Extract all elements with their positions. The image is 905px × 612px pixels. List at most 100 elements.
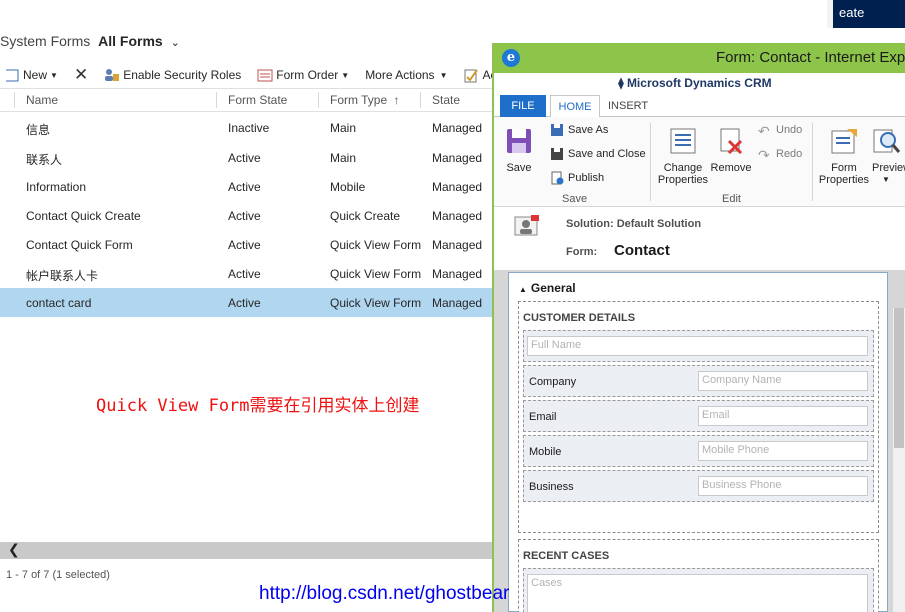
change-properties-button[interactable]: Change Properties [654, 127, 712, 186]
contact-entity-icon [514, 215, 539, 236]
field-company[interactable]: Company Company Name [523, 365, 874, 397]
field-full-name[interactable]: Full Name [523, 330, 874, 362]
form-properties-label-1: Form [831, 162, 857, 174]
remove-button[interactable]: Remove [710, 127, 752, 174]
cell-state: Managed [432, 296, 483, 310]
tab-general-header[interactable]: ▲ General [519, 281, 576, 295]
form-properties-button[interactable]: Form Properties [816, 127, 872, 186]
company-name-input[interactable]: Company Name [698, 371, 868, 391]
cell-name[interactable]: Contact Quick Create [26, 209, 141, 223]
form-editor-window: e Form: Contact - Internet Explo ⧫ Micros… [492, 43, 905, 612]
cell-name[interactable]: Information [26, 180, 86, 194]
cell-state: Managed [432, 180, 483, 194]
field-label: Email [529, 411, 557, 423]
solution-label: Solution: Default Solution [566, 218, 702, 230]
field-cases-subgrid[interactable]: Cases [523, 568, 874, 612]
full-name-input[interactable]: Full Name [527, 336, 868, 356]
table-row[interactable]: Information Active Mobile Managed [0, 172, 500, 201]
form-label: Form: [566, 246, 598, 258]
tab-general-label: General [530, 281, 576, 295]
scrollbar-thumb[interactable] [894, 308, 904, 448]
redo-icon: ↷ [758, 147, 770, 163]
form-name: Contact [614, 242, 670, 259]
new-button[interactable]: New ▼ [0, 65, 64, 85]
preview-button[interactable]: Preview ▼ [872, 127, 905, 186]
section-customer-details[interactable]: CUSTOMER DETAILS Full Name Company Compa… [518, 301, 879, 533]
save-disk-icon [507, 129, 531, 153]
cell-name[interactable]: 联系人 [26, 151, 62, 168]
cell-state: Managed [432, 121, 483, 135]
undo-label: Undo [776, 124, 803, 136]
change-properties-label-2: Properties [657, 174, 709, 186]
cell-name[interactable]: Contact Quick Form [26, 238, 133, 252]
delete-button[interactable]: ✕ [68, 65, 94, 85]
cell-name[interactable]: 信息 [26, 121, 50, 138]
undo-button[interactable]: ↶ Undo [758, 123, 803, 139]
remove-icon [720, 128, 743, 155]
cell-name[interactable]: 帐户联系人卡 [26, 267, 98, 284]
cases-subgrid[interactable]: Cases [527, 574, 868, 612]
tab-insert[interactable]: INSERT [608, 95, 648, 117]
publish-label: Publish [568, 172, 605, 184]
cell-form-state: Active [228, 209, 261, 223]
scroll-left-icon[interactable]: ❮ [8, 541, 20, 558]
top-right-button-fragment[interactable]: eate [827, 0, 905, 28]
internet-explorer-icon: e [502, 49, 520, 67]
save-button[interactable]: Save [502, 127, 536, 174]
business-phone-input[interactable]: Business Phone [698, 476, 868, 496]
column-header-form-type[interactable]: Form Type ↑ [330, 93, 399, 107]
more-actions-button[interactable]: More Actions ▼ [359, 65, 453, 85]
field-label: Business [529, 481, 574, 493]
table-row[interactable]: Contact Quick Form Active Quick View For… [0, 230, 500, 259]
security-roles-icon [105, 69, 120, 81]
table-row-selected[interactable]: contact card Active Quick View Form Mana… [0, 288, 500, 317]
chevron-down-icon[interactable]: ⌄ [171, 37, 180, 49]
tab-general[interactable]: ▲ General CUSTOMER DETAILS Full Name Comp… [508, 272, 888, 612]
red-annotation-text: Quick View Form需要在引用实体上创建 [96, 396, 420, 416]
form-properties-label-2: Properties [818, 174, 870, 186]
column-header-name[interactable]: Name [26, 93, 58, 107]
field-mobile[interactable]: Mobile Mobile Phone [523, 435, 874, 467]
mobile-phone-input[interactable]: Mobile Phone [698, 441, 868, 461]
form-order-button[interactable]: Form Order ▼ [251, 65, 355, 85]
publish-button[interactable]: Publish [550, 171, 604, 185]
change-properties-label-1: Change [663, 162, 703, 174]
view-name[interactable]: All Forms [98, 33, 163, 49]
table-row[interactable]: 帐户联系人卡 Active Quick View Form Managed [0, 259, 500, 288]
redo-button[interactable]: ↷ Redo [758, 147, 802, 163]
horizontal-scrollbar[interactable]: ❮ [0, 541, 500, 559]
dynamics-logo-icon: ⧫ [618, 76, 624, 90]
sort-ascending-icon: ↑ [393, 93, 400, 107]
collapse-triangle-icon[interactable]: ▲ [519, 285, 527, 294]
field-business[interactable]: Business Business Phone [523, 470, 874, 502]
save-as-button[interactable]: Save As [550, 123, 608, 137]
field-email[interactable]: Email Email [523, 400, 874, 432]
section-title: RECENT CASES [523, 550, 610, 562]
cell-state: Managed [432, 267, 483, 281]
section-recent-cases[interactable]: RECENT CASES Cases [518, 539, 879, 612]
ribbon-group-edit: Edit [722, 193, 741, 205]
vertical-scrollbar[interactable] [893, 308, 905, 612]
tab-home[interactable]: HOME [550, 95, 600, 118]
table-row[interactable]: Contact Quick Create Active Quick Create… [0, 201, 500, 230]
column-header-state[interactable]: State [432, 93, 460, 107]
ribbon-home: Save Save As Save and Close Publish Save… [494, 117, 905, 207]
cell-form-state: Active [228, 238, 261, 252]
cell-form-type: Quick View Form [330, 267, 422, 281]
view-selector[interactable]: System Forms All Forms ⌄ [0, 33, 180, 49]
form-order-label: Form Order [276, 68, 339, 82]
enable-security-roles-button[interactable]: Enable Security Roles [98, 65, 247, 85]
column-header-form-state[interactable]: Form State [228, 93, 287, 107]
save-as-label: Save As [568, 124, 609, 136]
change-properties-icon [670, 128, 696, 154]
cell-state: Managed [432, 151, 483, 165]
save-and-close-button[interactable]: Save and Close [550, 147, 646, 161]
email-input[interactable]: Email [698, 406, 868, 426]
cell-name[interactable]: contact card [26, 296, 91, 310]
cell-form-state: Active [228, 267, 261, 281]
tab-file[interactable]: FILE [500, 95, 546, 117]
ie-title-bar[interactable]: e Form: Contact - Internet Explo [494, 43, 905, 73]
table-row[interactable]: 联系人 Active Main Managed [0, 143, 500, 172]
table-row[interactable]: 信息 Inactive Main Managed [0, 113, 500, 142]
ribbon-tabs: FILE HOME INSERT [494, 95, 905, 118]
